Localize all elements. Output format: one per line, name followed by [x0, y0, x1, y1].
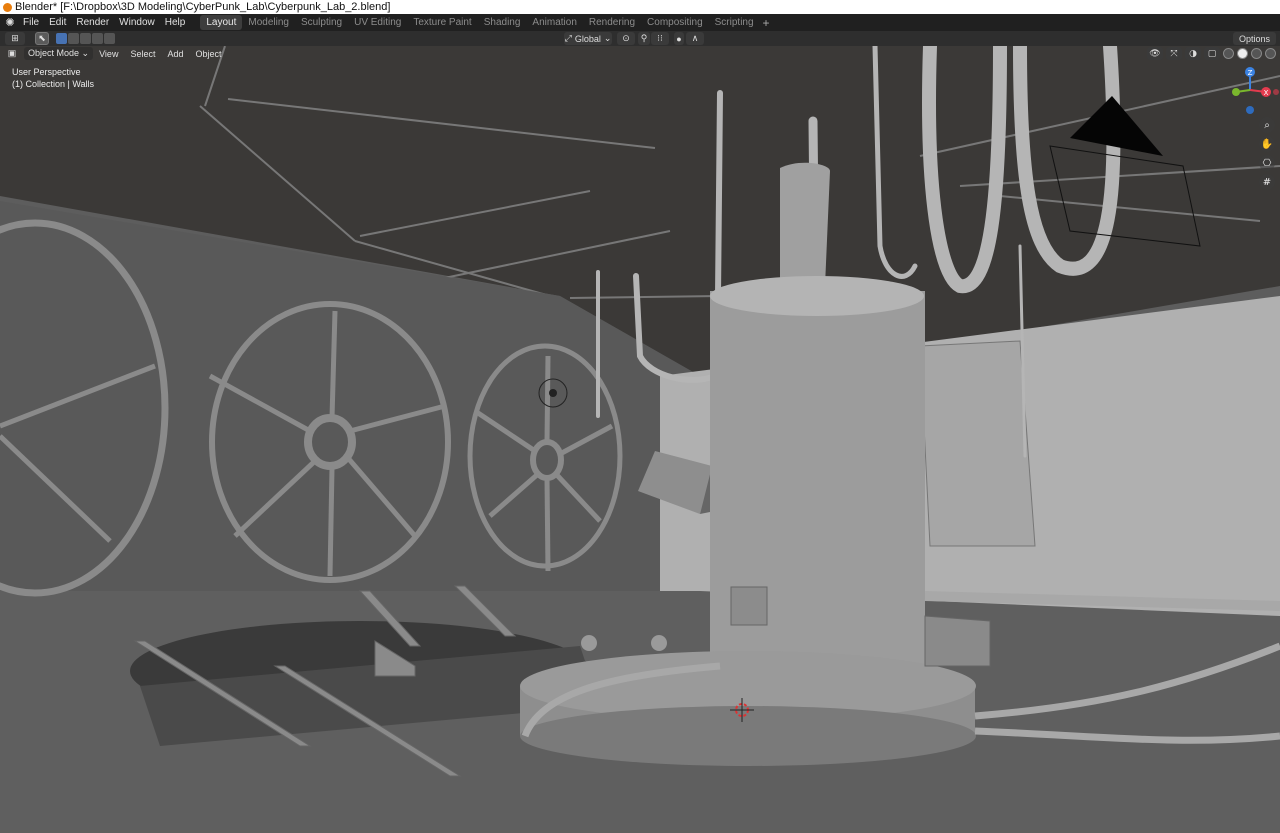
- orientation-label: Global: [574, 33, 601, 44]
- 3d-viewport[interactable]: ▣ Object Mode ⌄ View Select Add Object U…: [0, 46, 1280, 833]
- menu-select[interactable]: Select: [124, 49, 161, 59]
- chevron-down-icon: ⌄: [81, 48, 90, 58]
- add-workspace-button[interactable]: +: [763, 16, 770, 30]
- view-perspective-label: User Perspective: [12, 67, 81, 77]
- gizmo-neg-x: [1273, 89, 1279, 95]
- visibility-icon[interactable]: 👁: [1147, 47, 1163, 60]
- hand-icon[interactable]: ✋: [1259, 136, 1275, 152]
- rendered-shading-icon[interactable]: [1265, 48, 1276, 59]
- tab-animation[interactable]: Animation: [526, 15, 582, 30]
- window-titlebar: Blender* [F:\Dropbox\3D Modeling\CyberPu…: [0, 0, 1280, 14]
- transform-orientation-dropdown[interactable]: ⤢ Global ⌄: [564, 32, 612, 45]
- blender-menu-icon[interactable]: ✺: [2, 14, 18, 31]
- viewport-header: ⊞ ⬉ ⤢ Global ⌄ ⊙ ⚲ ⁝⁝ ● ∧ Options: [0, 31, 1280, 46]
- menu-help[interactable]: Help: [160, 14, 191, 31]
- wireframe-shading-icon[interactable]: [1223, 48, 1234, 59]
- select-new-icon[interactable]: [56, 33, 67, 44]
- overlay-toggle-icon[interactable]: ◑: [1185, 47, 1201, 60]
- select-tool-icon[interactable]: ⬉: [35, 32, 49, 45]
- viewport-menu-bar: ▣ Object Mode ⌄ View Select Add Object: [0, 46, 600, 61]
- snap-toggle-icon[interactable]: ⚲: [638, 32, 650, 45]
- material-shading-icon[interactable]: [1251, 48, 1262, 59]
- window-title: Blender* [F:\Dropbox\3D Modeling\CyberPu…: [15, 1, 391, 13]
- tab-sculpting[interactable]: Sculpting: [295, 15, 348, 30]
- active-collection-label: (1) Collection | Walls: [12, 79, 95, 89]
- options-label: Options: [1238, 33, 1270, 44]
- tab-modeling[interactable]: Modeling: [242, 15, 295, 30]
- select-subtract-icon[interactable]: [80, 33, 91, 44]
- menu-render[interactable]: Render: [71, 14, 114, 31]
- select-intersect-icon[interactable]: [104, 33, 115, 44]
- sphere-right: [651, 635, 667, 651]
- object-mode-dropdown[interactable]: Object Mode ⌄: [24, 47, 94, 60]
- select-extend-icon[interactable]: [68, 33, 79, 44]
- snap-element-icon[interactable]: ⁝⁝: [651, 32, 669, 45]
- menu-add[interactable]: Add: [161, 49, 189, 59]
- chevron-down-icon: ⌄: [603, 33, 612, 43]
- tank-panel: [730, 586, 768, 626]
- workspace-tabs: Layout Modeling Sculpting UV Editing Tex…: [200, 14, 770, 31]
- scene-render[interactable]: [0, 46, 1280, 833]
- tab-layout[interactable]: Layout: [200, 15, 243, 30]
- options-dropdown[interactable]: Options: [1232, 32, 1276, 45]
- tank-neck: [780, 162, 830, 286]
- menu-window[interactable]: Window: [114, 14, 160, 31]
- proportional-edit-icon[interactable]: ●: [674, 32, 684, 45]
- solid-shading-icon[interactable]: [1237, 48, 1248, 59]
- falloff-icon[interactable]: ∧: [686, 32, 704, 45]
- tab-compositing[interactable]: Compositing: [641, 15, 709, 30]
- orientation-icon: ⤢: [564, 33, 572, 43]
- sphere-left: [581, 635, 597, 651]
- menu-object[interactable]: Object: [189, 49, 227, 59]
- blender-logo-icon: [3, 2, 12, 12]
- menu-view[interactable]: View: [93, 49, 124, 59]
- menu-edit[interactable]: Edit: [44, 14, 71, 31]
- top-menu-bar: ✺ File Edit Render Window Help Layout Mo…: [0, 14, 1280, 31]
- gizmo-z-label: Z: [1248, 69, 1253, 77]
- tab-shading[interactable]: Shading: [478, 15, 527, 30]
- grid-icon[interactable]: #: [1259, 174, 1275, 190]
- gizmo-neg-z: [1246, 106, 1254, 114]
- tab-uv-editing[interactable]: UV Editing: [348, 15, 407, 30]
- camera-icon[interactable]: ⎔: [1259, 155, 1275, 171]
- select-invert-icon[interactable]: [92, 33, 103, 44]
- menu-file[interactable]: File: [18, 14, 44, 31]
- pivot-point-icon[interactable]: ⊙: [617, 32, 635, 45]
- zoom-icon[interactable]: ⌕: [1259, 117, 1275, 133]
- navigation-gizmo[interactable]: Z X: [1224, 66, 1280, 122]
- gizmo-y-axis: [1232, 88, 1240, 96]
- object-mode-label: Object Mode: [28, 48, 80, 58]
- shading-controls: 👁 ⤧ ◑ ▢: [1147, 47, 1276, 60]
- selection-mode-group: [55, 33, 115, 44]
- tab-rendering[interactable]: Rendering: [583, 15, 641, 30]
- editor-type-icon[interactable]: ⊞: [5, 32, 25, 45]
- object-mode-icon: ▣: [7, 48, 17, 58]
- tab-texture-paint[interactable]: Texture Paint: [407, 15, 477, 30]
- gizmo-x-label: X: [1264, 89, 1269, 97]
- xray-toggle-icon[interactable]: ▢: [1204, 47, 1220, 60]
- wall-panel: [919, 340, 1036, 547]
- tab-scripting[interactable]: Scripting: [709, 15, 760, 30]
- gizmo-toggle-icon[interactable]: ⤧: [1166, 47, 1182, 60]
